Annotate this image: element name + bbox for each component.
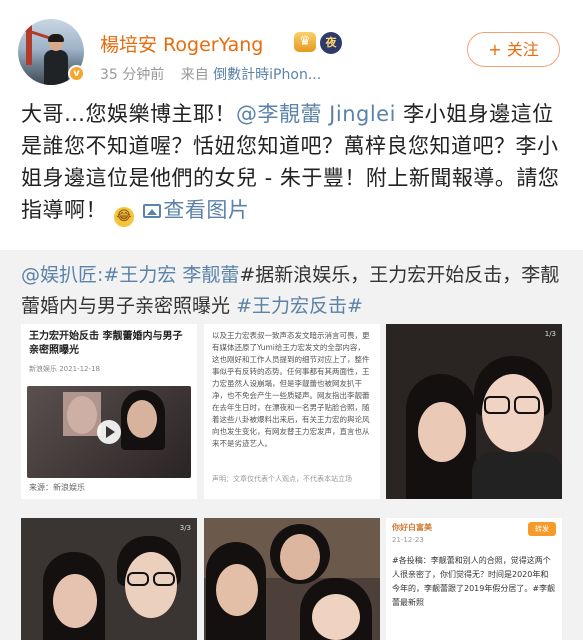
- night-badge-icon[interactable]: 夜: [320, 32, 342, 54]
- reposted-content[interactable]: @娱扒匠:#王力宏 李靓蕾#据新浪娱乐，王力宏开始反击，李靓蕾婚内与男子亲密照曝…: [0, 250, 583, 640]
- repost-mention[interactable]: @娱扒匠:: [21, 264, 103, 286]
- thumb-source-row: 新浪娱乐 2021-12-18: [29, 365, 100, 373]
- thumb-article-foot: 声明：文章仅代表个人观点，不代表本站立场: [212, 475, 352, 483]
- repost-topic-1[interactable]: #王力宏 李靓蕾: [103, 264, 239, 286]
- thumb-post-text: #各投稿：李靓蕾和别人的合照，觉得这两个人很亲密了，你们觉得无？时间是2020年…: [392, 556, 556, 607]
- photo-face-left: [53, 574, 97, 628]
- glasses-icon: [127, 572, 149, 586]
- thumbnail-6[interactable]: 你好白富美 21-12-23 转发 #各投稿：李靓蕾和别人的合照，觉得这两个人很…: [386, 518, 562, 640]
- image-counter: 1/3: [544, 330, 556, 338]
- repost-text: @娱扒匠:#王力宏 李靓蕾#据新浪娱乐，王力宏开始反击，李靓蕾婚内与男子亲密照曝…: [21, 260, 566, 322]
- thumb-caption: 来源：新浪娱乐: [29, 483, 85, 492]
- follow-button[interactable]: + 关注: [467, 32, 560, 67]
- post-meta: 35 分钟前 来自 倒數計時iPhon...: [100, 64, 321, 84]
- device-source[interactable]: 倒數計時iPhon...: [213, 67, 321, 83]
- thumb-tag: 转发: [528, 522, 556, 536]
- avatar-person: [44, 34, 68, 85]
- photo-face-left: [418, 402, 466, 462]
- glasses-icon-right: [514, 396, 540, 414]
- post-time: 35 分钟前: [100, 67, 165, 83]
- post-text: 大哥…您娛樂博主耶！@李靚蕾 Jinglei 李小姐身邊這位是誰您不知道喔？恬妞…: [21, 98, 569, 227]
- view-image-link[interactable]: 查看图片: [141, 198, 249, 222]
- photo-face-right: [312, 594, 360, 640]
- blurred-face: [63, 392, 101, 436]
- repost-topic-2[interactable]: #王力宏反击#: [236, 295, 363, 317]
- member-crown-icon[interactable]: ♛: [294, 32, 316, 52]
- photo-face-top: [280, 534, 320, 580]
- thumb-headline: 王力宏开始反击 李靓蕾婚内与男子亲密照曝光: [29, 331, 183, 356]
- glasses-icon: [484, 396, 510, 414]
- thumbnail-4[interactable]: 3/3: [21, 518, 197, 640]
- photo-face-left: [216, 564, 258, 616]
- mention-link[interactable]: @李靚蕾 Jinglei: [236, 102, 396, 126]
- view-image-label: 查看图片: [163, 198, 250, 222]
- post-text-part-1: 大哥…您娛樂博主耶！: [21, 102, 236, 126]
- author-name[interactable]: 楊培安 RogerYang: [100, 30, 263, 57]
- verified-icon: v: [68, 65, 85, 82]
- thumb-photo: [27, 386, 191, 478]
- thumb-date: 21-12-23: [392, 536, 424, 544]
- thumb-article-text: 以及王力宏表叔一致声态发文暗示消言可畏，更有媒体还原了Yumi给王力宏发文的全部…: [212, 331, 370, 448]
- image-icon: [143, 204, 162, 218]
- play-icon[interactable]: [97, 420, 121, 444]
- laugh-emoji-icon: 😂: [114, 207, 135, 227]
- thumbnail-3[interactable]: 1/3: [386, 324, 562, 499]
- via-label: 来自: [180, 67, 209, 83]
- post-header: v 楊培安 RogerYang ♛ 夜 35 分钟前 来自 倒數計時iPhon.…: [0, 0, 583, 95]
- thumbnail-2[interactable]: 以及王力宏表叔一致声态发文暗示消言可畏，更有媒体还原了Yumi给王力宏发文的全部…: [204, 324, 380, 499]
- image-counter: 3/3: [179, 524, 191, 532]
- thumbnail-5[interactable]: [204, 518, 380, 640]
- glasses-icon-right: [153, 572, 175, 586]
- photo-shirt: [472, 452, 562, 499]
- thumbnail-1[interactable]: 王力宏开始反击 李靓蕾婚内与男子亲密照曝光 新浪娱乐 2021-12-18 来源…: [21, 324, 197, 499]
